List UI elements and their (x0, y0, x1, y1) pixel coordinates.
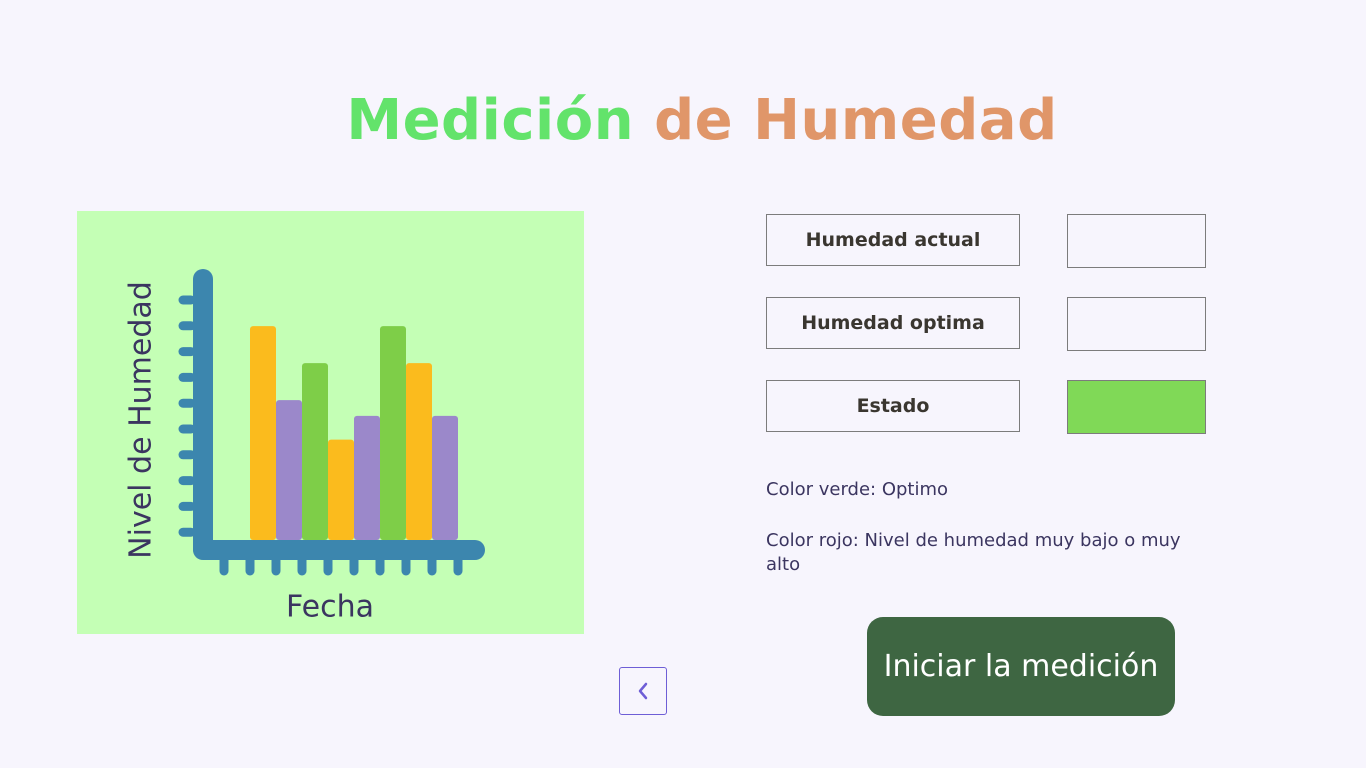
humedad-optima-value (1067, 297, 1206, 351)
chevron-left-icon (638, 682, 648, 700)
bar (276, 400, 302, 540)
legend-green: Color verde: Optimo (766, 479, 949, 500)
back-button[interactable] (619, 667, 667, 715)
estado-status-indicator (1067, 380, 1206, 434)
bar (250, 326, 276, 540)
humedad-actual-value (1067, 214, 1206, 268)
legend-red: Color rojo: Nivel de humedad muy bajo o … (766, 530, 1181, 575)
bar (354, 415, 380, 540)
start-measurement-button[interactable]: Iniciar la medición (867, 617, 1175, 716)
bar (302, 363, 328, 540)
y-axis-label: Nivel de Humedad (123, 281, 159, 559)
bar (328, 439, 354, 540)
page-title: Medición de Humedad (0, 88, 1366, 153)
x-axis-label: Fecha (286, 589, 374, 625)
bar (380, 326, 406, 540)
bar (406, 363, 432, 540)
title-part-medicion: Medición (346, 88, 635, 153)
bar (432, 415, 458, 540)
label-humedad-actual: Humedad actual (766, 214, 1020, 266)
label-humedad-optima: Humedad optima (766, 297, 1020, 349)
title-part-humedad: de Humedad (654, 88, 1058, 153)
label-estado: Estado (766, 380, 1020, 432)
